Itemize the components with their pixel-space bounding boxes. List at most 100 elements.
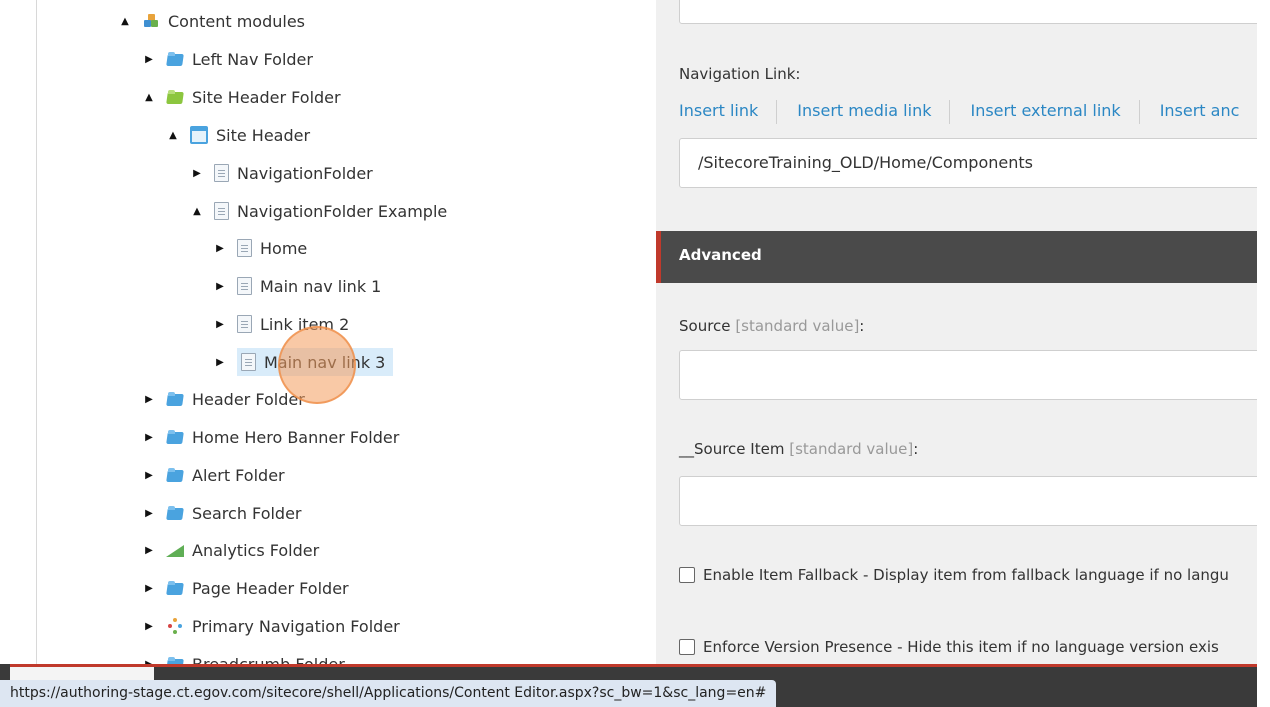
tree-item-label: Header Folder (192, 389, 305, 409)
enable-item-fallback-label: Enable Item Fallback - Display item from… (703, 566, 1229, 584)
enforce-version-presence-checkbox[interactable] (679, 639, 695, 655)
folder-icon (166, 466, 184, 484)
folder-icon (166, 504, 184, 522)
section-title: Advanced (679, 246, 762, 264)
bottom-right-gutter (1257, 664, 1270, 707)
tree-item-home[interactable]: ▶ Home (213, 234, 307, 262)
tree-icon (166, 617, 184, 635)
expand-arrow-icon[interactable]: ▶ (213, 281, 227, 292)
enforce-version-presence-option[interactable]: Enforce Version Presence - Hide this ite… (679, 638, 1219, 656)
expand-arrow-icon[interactable]: ▶ (142, 54, 156, 65)
insert-external-link-button[interactable]: Insert external link (970, 100, 1140, 124)
source-item-label: __Source Item [standard value]: (679, 440, 918, 458)
tree-item-page-header-folder[interactable]: ▶ Page Header Folder (142, 574, 349, 602)
tree-item-main-nav-link-3[interactable]: ▶ Main nav link 3 (213, 348, 394, 376)
page-icon (214, 202, 229, 220)
collapse-arrow-icon[interactable]: ▲ (166, 130, 180, 141)
right-edge-gutter (1257, 0, 1270, 664)
folder-icon (166, 655, 184, 664)
tree-item-site-header[interactable]: ▲ Site Header (166, 121, 310, 149)
standard-value-note: [standard value] (789, 440, 914, 458)
folder-icon (166, 50, 184, 68)
tree-item-header-folder[interactable]: ▶ Header Folder (142, 385, 305, 413)
standard-value-note: [standard value] (735, 317, 860, 335)
tree-item-label: Main nav link 1 (260, 276, 382, 296)
enable-item-fallback-option[interactable]: Enable Item Fallback - Display item from… (679, 566, 1229, 584)
expand-arrow-icon[interactable]: ▶ (142, 583, 156, 594)
window-icon (190, 126, 208, 144)
tree-item-left-nav-folder[interactable]: ▶ Left Nav Folder (142, 45, 313, 73)
tree-item-main-nav-link-1[interactable]: ▶ Main nav link 1 (213, 272, 381, 300)
status-bar-url: https://authoring-stage.ct.egov.com/site… (0, 680, 777, 707)
tree-item-label: Site Header (216, 125, 311, 145)
tree-item-label: Home (260, 238, 308, 258)
expand-arrow-icon[interactable]: ▶ (142, 545, 156, 556)
section-header-advanced[interactable]: Advanced (656, 231, 1270, 283)
expand-arrow-icon[interactable]: ▶ (142, 394, 156, 405)
bottom-accent-line (10, 664, 1257, 667)
tree-item-label: Breadcrumb Folder (192, 654, 345, 665)
section-accent-bar (656, 231, 661, 283)
tree-item-label: Site Header Folder (192, 87, 341, 107)
tree-item-search-folder[interactable]: ▶ Search Folder (142, 499, 302, 527)
tree-item-alert-folder[interactable]: ▶ Alert Folder (142, 461, 285, 489)
tree-item-label: Page Header Folder (192, 578, 349, 598)
tree-item-primary-navigation-folder[interactable]: ▶ Primary Navigation Folder (142, 612, 400, 640)
selected-item-highlight[interactable]: Main nav link 3 (237, 348, 394, 376)
expand-arrow-icon[interactable]: ▶ (213, 319, 227, 330)
tree-item-breadcrumb-folder[interactable]: ▶ Breadcrumb Folder (142, 650, 345, 665)
expand-arrow-icon[interactable]: ▶ (213, 243, 227, 254)
expand-arrow-icon[interactable]: ▶ (142, 470, 156, 481)
tree-item-home-hero-banner-folder[interactable]: ▶ Home Hero Banner Folder (142, 423, 399, 451)
tree-item-site-header-folder[interactable]: ▲ Site Header Folder (142, 83, 341, 111)
expand-arrow-icon[interactable]: ▶ (213, 357, 227, 368)
label-colon: : (913, 440, 919, 458)
folder-icon (166, 579, 184, 597)
enforce-version-presence-label: Enforce Version Presence - Hide this ite… (703, 638, 1219, 656)
source-label: Source [standard value]: (679, 317, 864, 335)
insert-link-button[interactable]: Insert link (679, 100, 778, 124)
collapse-arrow-icon[interactable]: ▲ (190, 206, 204, 217)
collapse-arrow-icon[interactable]: ▲ (142, 92, 156, 103)
insert-media-link-button[interactable]: Insert media link (797, 100, 951, 124)
expand-arrow-icon[interactable]: ▶ (142, 508, 156, 519)
modules-icon (142, 12, 160, 30)
tree-item-content-modules[interactable]: ▲ Content modules (118, 7, 305, 35)
folder-icon (166, 390, 184, 408)
tree-item-label: Alert Folder (192, 465, 285, 485)
expand-arrow-icon[interactable]: ▶ (190, 168, 204, 179)
page-icon (214, 164, 229, 182)
source-field[interactable] (679, 350, 1270, 400)
tree-item-analytics-folder[interactable]: ▶ Analytics Folder (142, 536, 319, 564)
previous-field-input[interactable] (679, 0, 1270, 24)
tree-item-link-item-2[interactable]: ▶ Link item 2 (213, 310, 349, 338)
green-folder-icon (166, 88, 184, 106)
collapse-arrow-icon[interactable]: ▲ (118, 16, 132, 27)
source-label-text: Source (679, 317, 731, 335)
tree-item-label: Home Hero Banner Folder (192, 427, 400, 447)
chart-icon (166, 541, 184, 559)
tree-item-label: Analytics Folder (192, 540, 320, 560)
page-icon (237, 277, 252, 295)
tree-item-label: Search Folder (192, 503, 302, 523)
tree-guide-line (36, 0, 37, 664)
content-editor-panel: Navigation Link: Insert link Insert medi… (656, 0, 1270, 664)
insert-anchor-button[interactable]: Insert anc (1160, 100, 1258, 124)
navigation-link-value: /SitecoreTraining_OLD/Home/Components (698, 153, 1033, 172)
tree-item-label: Main nav link 3 (264, 352, 386, 372)
navigation-link-label: Navigation Link: (679, 65, 801, 83)
tree-item-navigationfolder[interactable]: ▶ NavigationFolder (190, 159, 373, 187)
tree-item-navigationfolder-example[interactable]: ▲ NavigationFolder Example (190, 197, 447, 225)
tree-item-label: Link item 2 (260, 314, 350, 334)
expand-arrow-icon[interactable]: ▶ (142, 621, 156, 632)
folder-icon (166, 428, 184, 446)
label-colon: : (859, 317, 865, 335)
page-icon (237, 315, 252, 333)
tree-item-label: Primary Navigation Folder (192, 616, 400, 636)
expand-arrow-icon[interactable]: ▶ (142, 432, 156, 443)
page-icon (241, 353, 256, 371)
navigation-link-field[interactable]: /SitecoreTraining_OLD/Home/Components (679, 138, 1270, 188)
source-item-label-text: __Source Item (679, 440, 785, 458)
enable-item-fallback-checkbox[interactable] (679, 567, 695, 583)
source-item-field[interactable] (679, 476, 1270, 526)
